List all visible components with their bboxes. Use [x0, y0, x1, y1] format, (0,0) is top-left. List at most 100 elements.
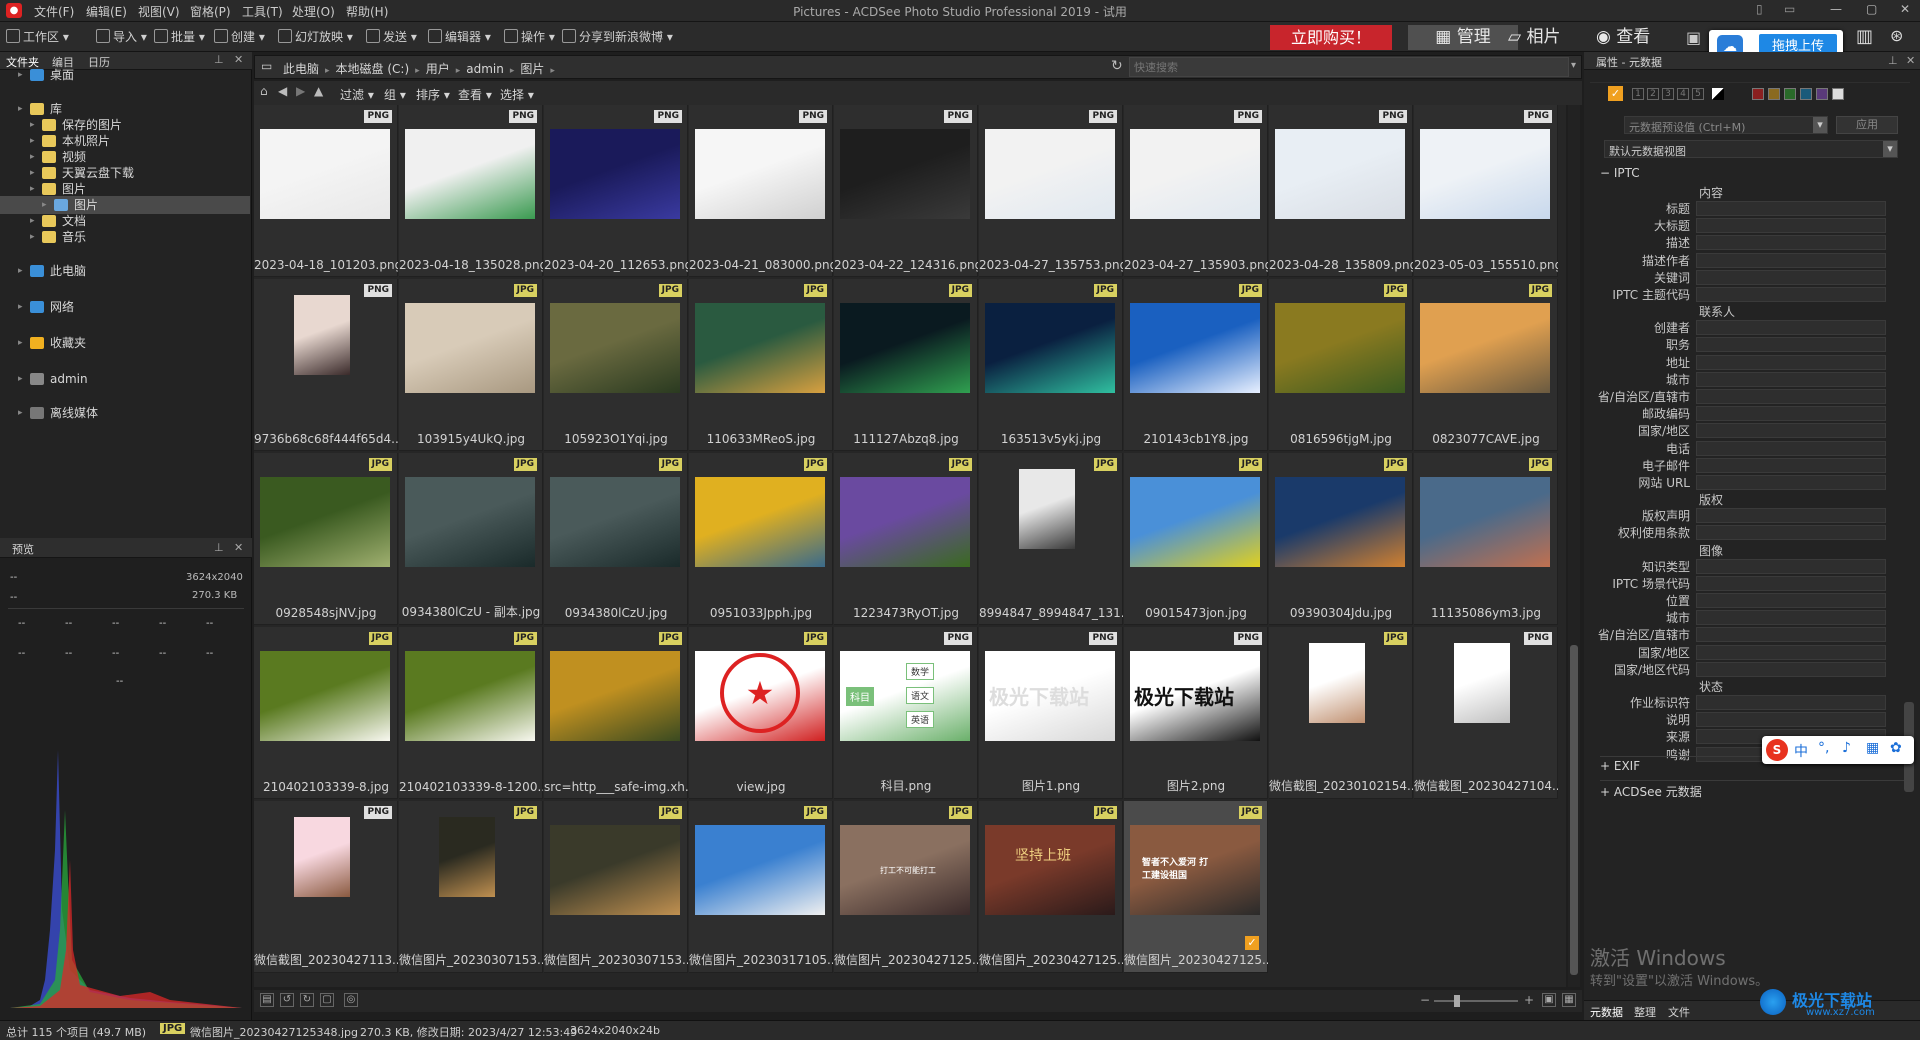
panel-close-icon[interactable]: ✕	[234, 541, 243, 554]
ime-toolbar[interactable]: S 中 °, ♪ ▦ ✿	[1762, 736, 1914, 764]
up-icon[interactable]: ▲	[314, 84, 323, 98]
color-label-clear[interactable]	[1832, 88, 1844, 100]
thumbnail-cell[interactable]: JPG 微信截图_20230102154...	[1269, 627, 1413, 799]
color-label-red[interactable]	[1752, 88, 1764, 100]
expand-arrow-icon[interactable]: ▸	[18, 334, 23, 352]
tree-item[interactable]: ▸ admin	[0, 370, 250, 388]
rating-box[interactable]: 5	[1692, 88, 1704, 100]
thumbnail-cell[interactable]: PNG 极光下载站 图片1.png	[979, 627, 1123, 799]
expand-arrow-icon[interactable]: ▸	[30, 228, 35, 246]
thumbnail-cell[interactable]: PNG 极光下载站 图片2.png	[1124, 627, 1268, 799]
rotate-right-icon[interactable]: ↻	[300, 993, 314, 1007]
metadata-preset-select[interactable]: 元数据预设值 (Ctrl+M) ▾	[1624, 116, 1828, 134]
quick-search-input[interactable]	[1129, 57, 1569, 77]
iptc-section-header[interactable]: − IPTC	[1600, 166, 1640, 180]
zoom-out-icon[interactable]: −	[1420, 993, 1430, 1007]
thumbnail-cell[interactable]: JPG 8994847_8994847_131...	[979, 453, 1123, 625]
thumbnail-cell[interactable]: JPG 0928548sjNV.jpg	[254, 453, 398, 625]
expand-arrow-icon[interactable]: ▸	[18, 370, 23, 388]
metadata-field-input[interactable]	[1696, 440, 1886, 456]
thumbnail-cell[interactable]: JPG 105923O1Yqi.jpg	[544, 279, 688, 451]
thumbnail-cell[interactable]: JPG 1223473RyOT.jpg	[834, 453, 978, 625]
mode-photos-button[interactable]: ▱ 相片	[1508, 25, 1560, 50]
close-icon[interactable]: ✕	[1900, 2, 1910, 16]
search-dropdown-icon[interactable]: ▾	[1571, 60, 1576, 71]
toolbar-send[interactable]: 发送 ▾	[366, 28, 417, 45]
thumbnail-cell[interactable]: JPG 打工不可能打工 微信图片_20230427125...	[834, 801, 978, 973]
expand-arrow-icon[interactable]: ▸	[18, 404, 23, 422]
tree-item[interactable]: ▸ 桌面	[0, 66, 250, 84]
toolbar-import[interactable]: 导入 ▾	[96, 28, 147, 45]
thumbnail-cell[interactable]: PNG 2023-04-21_083000.png	[689, 105, 833, 277]
stats-icon[interactable]: ▥	[1856, 26, 1873, 47]
thumbnail-cell[interactable]: JPG 09015473jon.jpg	[1124, 453, 1268, 625]
metadata-field-input[interactable]	[1696, 457, 1886, 473]
thumbnail-cell[interactable]: JPG 微信图片_20230307153...	[399, 801, 543, 973]
toolbar-actions[interactable]: 操作 ▾	[504, 28, 555, 45]
thumbnail-cell[interactable]: JPG 0816596tjgM.jpg	[1269, 279, 1413, 451]
toolbar-workspace[interactable]: 工作区 ▾	[6, 28, 69, 45]
thumbnail-cell[interactable]: JPG 智者不入爱河 打工建设祖国 微信图片_20230427125... ✓	[1124, 801, 1268, 973]
thumbnail-cell[interactable]: PNG 2023-05-03_155510.png	[1414, 105, 1558, 277]
tree-item[interactable]: ▸ 离线媒体	[0, 404, 250, 422]
tab-metadata[interactable]: 元数据	[1590, 1004, 1623, 1020]
thumbnail-cell[interactable]: JPG 0934380lCzU - 副本.jpg	[399, 453, 543, 625]
metadata-field-input[interactable]	[1696, 354, 1886, 370]
thumbnail-cell[interactable]: JPG 210402103339-8.jpg	[254, 627, 398, 799]
metadata-field-input[interactable]	[1696, 269, 1886, 285]
thumbnail-cell[interactable]: PNG 2023-04-27_135753.png	[979, 105, 1123, 277]
toolbar-editor[interactable]: 编辑器 ▾	[428, 28, 491, 45]
view-mode-icon[interactable]: ▣	[1542, 993, 1556, 1007]
thumbnail-cell[interactable]: JPG 163513v5ykj.jpg	[979, 279, 1123, 451]
metadata-field-input[interactable]	[1696, 695, 1886, 710]
metadata-field-input[interactable]	[1696, 320, 1886, 336]
thumbnail-cell[interactable]: PNG 2023-04-18_135028.png	[399, 105, 543, 277]
metadata-field-input[interactable]	[1696, 423, 1886, 439]
toolbar-slideshow[interactable]: 幻灯放映 ▾	[278, 28, 353, 45]
thumbnail-cell[interactable]: PNG 科目 数学 语文 英语 科目.png	[834, 627, 978, 799]
develop-icon[interactable]: ▣	[1686, 28, 1701, 47]
tab-organize[interactable]: 整理	[1634, 1004, 1656, 1020]
expand-arrow-icon[interactable]: ▸	[18, 66, 23, 84]
tag-checkbox[interactable]: ✓	[1608, 86, 1623, 101]
scrollbar-thumb[interactable]	[1570, 645, 1578, 975]
color-label-yellow[interactable]	[1768, 88, 1780, 100]
rating-box[interactable]: 3	[1662, 88, 1674, 100]
punctuation-icon[interactable]: °,	[1818, 740, 1829, 756]
thumbnail-cell[interactable]: JPG 110633MReoS.jpg	[689, 279, 833, 451]
forward-icon[interactable]: ▶	[296, 84, 305, 98]
metadata-field-input[interactable]	[1696, 287, 1886, 302]
expand-arrow-icon[interactable]: ▸	[18, 262, 23, 280]
thumbnail-cell[interactable]: PNG 2023-04-27_135903.png	[1124, 105, 1268, 277]
thumbnail-cell[interactable]: PNG 2023-04-28_135809.png	[1269, 105, 1413, 277]
thumbnail-cell[interactable]: PNG 2023-04-22_124316.png	[834, 105, 978, 277]
metadata-field-input[interactable]	[1696, 337, 1886, 353]
thumbnail-cell[interactable]: JPG 210402103339-8-1200...	[399, 627, 543, 799]
thumbnail-cell[interactable]: JPG 微信图片_20230307153...	[544, 801, 688, 973]
zoom-in-icon[interactable]: +	[1524, 993, 1534, 1007]
monitor-icon[interactable]: ▭	[1784, 2, 1795, 16]
metadata-field-input[interactable]	[1696, 235, 1886, 251]
metadata-field-input[interactable]	[1696, 593, 1886, 608]
metadata-field-input[interactable]	[1696, 558, 1886, 574]
apply-button[interactable]: 应用	[1836, 116, 1898, 134]
save-icon[interactable]: ▤	[260, 993, 274, 1007]
color-label-blue[interactable]	[1800, 88, 1812, 100]
tagged-checkmark-icon[interactable]: ✓	[1245, 936, 1259, 950]
expand-arrow-icon[interactable]: ▸	[18, 298, 23, 316]
thumbnail-cell[interactable]: JPG 0951033Jpph.jpg	[689, 453, 833, 625]
tree-item[interactable]: ▸ 此电脑	[0, 262, 250, 280]
thumbnail-cell[interactable]: JPG 坚持上班 微信图片_20230427125...	[979, 801, 1123, 973]
rating-box[interactable]: 2	[1647, 88, 1659, 100]
thumbnail-cell[interactable]: PNG 微信截图_20230427104...	[1414, 627, 1558, 799]
thumbnail-cell[interactable]: JPG 111127Abzq8.jpg	[834, 279, 978, 451]
metadata-field-input[interactable]	[1696, 406, 1886, 422]
metadata-view-select[interactable]: 默认元数据视图 ▾	[1604, 140, 1898, 158]
panel-close-icon[interactable]: ✕	[234, 53, 243, 66]
breadcrumb-item[interactable]: admin	[466, 62, 504, 76]
thumbnail-cell[interactable]: JPG 微信图片_20230317105...	[689, 801, 833, 973]
refresh-icon[interactable]: ↻	[1111, 58, 1123, 74]
metadata-field-input[interactable]	[1696, 661, 1886, 677]
clear-rating-icon[interactable]	[1712, 88, 1724, 100]
thumbnail-cell[interactable]: JPG src=http___safe-img.xh...	[544, 627, 688, 799]
